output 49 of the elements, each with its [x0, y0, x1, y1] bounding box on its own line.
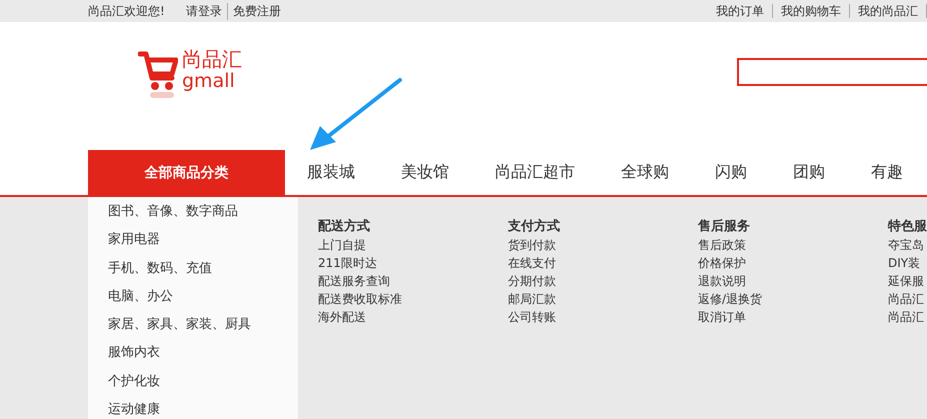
service-link[interactable]: 返修/退换货 [698, 290, 888, 308]
category-item[interactable]: 电脑、办公 [108, 286, 298, 314]
category-item[interactable]: 图书、音像、数字商品 [108, 201, 298, 230]
service-link[interactable]: 海外配送 [318, 308, 508, 326]
service-link[interactable]: 尚品汇 [888, 308, 927, 326]
nav-link[interactable]: 有趣 [871, 162, 903, 183]
nav-link[interactable]: 服装城 [307, 162, 355, 183]
service-link[interactable]: 尚品汇 [888, 290, 927, 308]
account-link[interactable]: 我的订单 [708, 4, 773, 18]
service-link[interactable]: 上门自提 [318, 236, 508, 254]
service-link[interactable]: 配送费收取标准 [318, 290, 508, 308]
welcome-text: 尚品汇欢迎您! [88, 2, 165, 20]
all-categories-tab[interactable]: 全部商品分类 [88, 150, 285, 195]
column-heading: 支付方式 [508, 218, 561, 236]
service-link[interactable]: 配送服务查询 [318, 272, 508, 290]
category-item[interactable]: 服饰内衣 [108, 342, 298, 370]
service-link[interactable]: 售后政策 [698, 236, 888, 254]
service-link[interactable]: 价格保护 [698, 254, 888, 272]
category-item[interactable]: 个护化妆 [108, 370, 298, 399]
nav-link[interactable]: 尚品汇超市 [495, 162, 575, 183]
account-link[interactable]: 我的购物车 [773, 4, 850, 18]
logo-name: 尚品汇 [182, 48, 242, 70]
service-link[interactable]: 退款说明 [698, 272, 888, 290]
nav-link[interactable]: 全球购 [621, 162, 669, 183]
register-link[interactable]: 免费注册 [226, 2, 286, 20]
service-link[interactable]: 取消订单 [698, 308, 888, 326]
service-link[interactable]: 在线支付 [508, 254, 698, 272]
service-link[interactable]: 货到付款 [508, 236, 698, 254]
column-heading: 特色服 [888, 218, 927, 236]
category-item[interactable]: 手机、数码、充值 [108, 258, 298, 286]
service-link[interactable]: 邮局汇款 [508, 290, 698, 308]
service-link[interactable]: 公司转账 [508, 308, 698, 326]
nav-link[interactable]: 闪购 [715, 162, 747, 183]
category-item[interactable]: 家用电器 [108, 229, 298, 258]
nav-link[interactable]: 美妆馆 [401, 162, 449, 183]
login-link[interactable]: 请登录 [180, 2, 227, 20]
service-link[interactable]: 211限时达 [318, 254, 508, 272]
service-link[interactable]: DIY装 [888, 254, 927, 272]
logo-subname: gmall [182, 70, 236, 92]
column-heading: 售后服务 [698, 218, 751, 236]
account-link[interactable]: 我的尚品汇 [850, 4, 927, 18]
nav-link[interactable]: 团购 [793, 162, 825, 183]
service-link[interactable]: 延保服 [888, 272, 927, 290]
service-link[interactable]: 分期付款 [508, 272, 698, 290]
service-link[interactable]: 夺宝岛 [888, 236, 927, 254]
column-heading: 配送方式 [318, 218, 371, 236]
category-item[interactable]: 运动健康 [108, 398, 298, 419]
search-field[interactable] [737, 58, 927, 86]
category-item[interactable]: 家居、家具、家装、厨具 [108, 314, 298, 342]
